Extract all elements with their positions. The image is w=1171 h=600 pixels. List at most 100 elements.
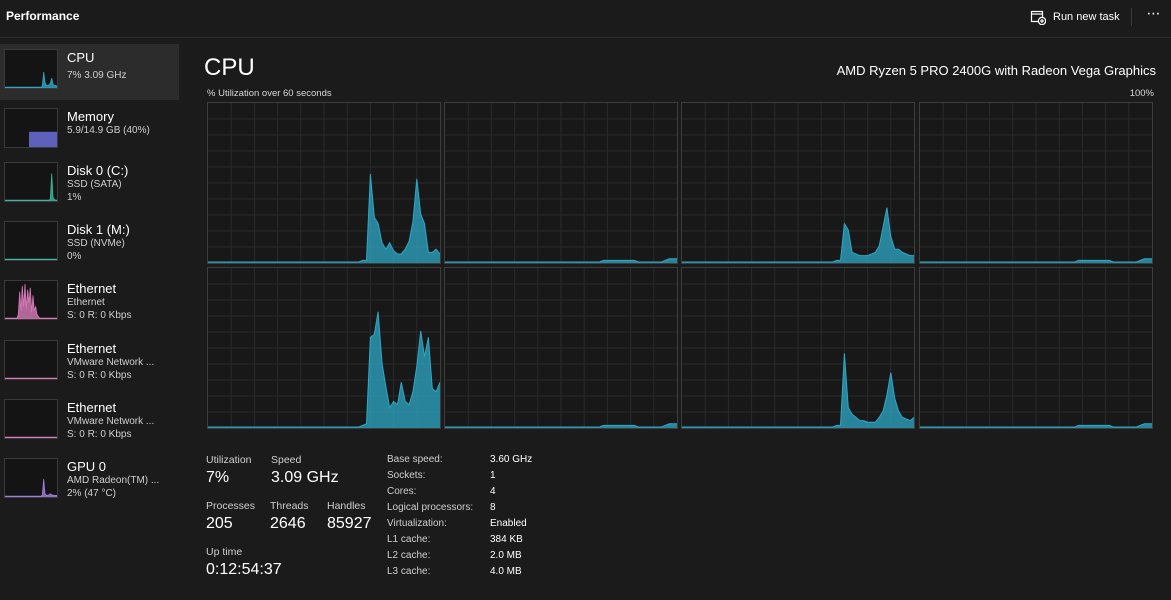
sidebar-item-ethernet[interactable]: Ethernet Ethernet S: 0 R: 0 Kbps <box>0 275 179 331</box>
thumbnail-area <box>5 258 57 260</box>
title-bar: Performance Run new task ⋯ <box>0 0 1171 38</box>
spec-value-l1-cache: 384 KB <box>490 534 523 545</box>
processes-stat: Processes 205 <box>206 500 255 533</box>
memory-thumbnail-graph <box>4 108 58 148</box>
sidebar-item-detail: VMware Network ... <box>67 357 155 368</box>
sidebar-item-detail: 5.9/14.9 GB (40%) <box>67 125 150 136</box>
sidebar-item-detail: SSD (SATA) <box>67 179 122 190</box>
speed-label: Speed <box>271 454 302 466</box>
spec-value-sockets: 1 <box>490 470 496 481</box>
spec-value-l3-cache: 4.0 MB <box>490 566 522 577</box>
sidebar-item-label: Disk 1 (M:) <box>67 222 130 237</box>
logical-processor-graph-3 <box>919 102 1153 264</box>
ethernet-thumbnail-graph <box>4 399 58 439</box>
sidebar-item-gpu-0[interactable]: GPU 0 AMD Radeon(TM) ... 2% (47 °C) <box>0 453 179 509</box>
sidebar-item-detail: AMD Radeon(TM) ... <box>67 475 160 486</box>
sidebar-item-label: Ethernet <box>67 341 117 356</box>
cpu-heading: CPU <box>204 54 255 81</box>
handles-value: 85927 <box>327 515 372 532</box>
page-title: Performance <box>6 9 80 23</box>
thumbnail-area <box>5 71 57 88</box>
ethernet-thumbnail-graph <box>4 280 58 320</box>
memory-usage-area <box>29 131 57 147</box>
processes-label: Processes <box>206 500 256 512</box>
spec-value-base-speed: 3.60 GHz <box>490 454 533 465</box>
threads-stat: Threads 2646 <box>270 500 309 533</box>
run-task-icon <box>1030 10 1046 25</box>
threads-value: 2646 <box>270 515 306 532</box>
more-options-button[interactable]: ⋯ <box>1144 6 1164 26</box>
sidebar-item-label: Memory <box>67 109 114 124</box>
spec-value-l2-cache: 2.0 MB <box>490 550 522 561</box>
sidebar-item-usage: S: 0 R: 0 Kbps <box>67 310 132 321</box>
logical-processor-graph-0 <box>207 102 441 264</box>
sidebar-item-usage: S: 0 R: 0 Kbps <box>67 370 132 381</box>
utilization-value: 7% <box>206 469 230 486</box>
utilization-stat: Utilization 7% <box>206 454 252 487</box>
handles-label: Handles <box>327 500 366 512</box>
cpu-detail-panel: CPU AMD Ryzen 5 PRO 2400G with Radeon Ve… <box>180 44 1171 600</box>
disk-1-thumbnail-graph <box>4 221 58 261</box>
thumbnail-area <box>5 479 57 497</box>
cpu-model-name: AMD Ryzen 5 PRO 2400G with Radeon Vega G… <box>836 63 1156 78</box>
gpu-thumbnail-graph <box>4 458 58 498</box>
handles-stat: Handles 85927 <box>327 500 372 533</box>
thumbnail-area <box>5 377 57 379</box>
sidebar-item-ethernet-vmware-2[interactable]: Ethernet VMware Network ... S: 0 R: 0 Kb… <box>0 394 179 450</box>
sidebar-item-label: Disk 0 (C:) <box>67 163 129 178</box>
sidebar-item-ethernet-vmware-1[interactable]: Ethernet VMware Network ... S: 0 R: 0 Kb… <box>0 335 179 391</box>
spec-value-virtualization: Enabled <box>490 518 527 529</box>
sidebar-item-usage: 1% <box>67 192 82 203</box>
spec-label-logical-processors: Logical processors: <box>387 502 474 513</box>
sidebar-item-disk-1[interactable]: Disk 1 (M:) SSD (NVMe) 0% <box>0 216 179 272</box>
ethernet-thumbnail-graph <box>4 340 58 380</box>
sidebar-item-label: Ethernet <box>67 281 117 296</box>
uptime-stat: Up time 0:12:54:37 <box>206 546 282 579</box>
run-new-task-label: Run new task <box>1053 11 1120 23</box>
logical-processor-graph-6 <box>681 267 915 429</box>
utilization-label: Utilization <box>206 454 252 466</box>
sidebar-item-usage: S: 0 R: 0 Kbps <box>67 429 132 440</box>
thumbnail-area <box>5 283 57 319</box>
threads-label: Threads <box>270 500 309 512</box>
spec-value-cores: 4 <box>490 486 496 497</box>
uptime-value: 0:12:54:37 <box>206 561 282 578</box>
speed-stat: Speed 3.09 GHz <box>271 454 339 487</box>
thumbnail-area <box>5 173 57 201</box>
sidebar-item-usage: 0% <box>67 251 82 262</box>
logical-processor-graph-7 <box>919 267 1153 429</box>
sidebar: CPU 7% 3.09 GHz Memory 5.9/14.9 GB (40%)… <box>0 44 180 600</box>
uptime-label: Up time <box>206 546 243 558</box>
sidebar-item-detail: SSD (NVMe) <box>67 238 125 249</box>
spec-label-sockets: Sockets: <box>387 470 426 481</box>
logical-processor-graph-4 <box>207 267 441 429</box>
spec-label-l1-cache: L1 cache: <box>387 534 431 545</box>
graph-max-label: 100% <box>1129 88 1154 99</box>
sidebar-item-label: GPU 0 <box>67 459 107 474</box>
sidebar-item-label: CPU <box>67 50 95 65</box>
spec-label-virtualization: Virtualization: <box>387 518 447 529</box>
graph-caption: % Utilization over 60 seconds <box>207 88 332 99</box>
spec-label-cores: Cores: <box>387 486 417 497</box>
sidebar-item-label: Ethernet <box>67 400 117 415</box>
spec-label-l2-cache: L2 cache: <box>387 550 431 561</box>
sidebar-item-detail: 7% 3.09 GHz <box>67 70 127 81</box>
logical-processor-graph-1 <box>444 102 678 264</box>
cpu-thumbnail-graph <box>4 49 58 89</box>
sidebar-item-detail: VMware Network ... <box>67 416 155 427</box>
run-new-task-button[interactable]: Run new task <box>1030 6 1120 28</box>
sidebar-item-detail: Ethernet <box>67 297 105 308</box>
sidebar-item-memory[interactable]: Memory 5.9/14.9 GB (40%) <box>0 103 179 159</box>
thumbnail-area <box>5 436 57 438</box>
logical-processor-graph-5 <box>444 267 678 429</box>
sidebar-item-usage: 2% (47 °C) <box>67 488 117 499</box>
sidebar-item-cpu[interactable]: CPU 7% 3.09 GHz <box>0 44 179 100</box>
logical-processor-graph-2 <box>681 102 915 264</box>
spec-label-base-speed: Base speed: <box>387 454 443 465</box>
toolbar-divider <box>1131 8 1132 26</box>
processes-value: 205 <box>206 515 233 532</box>
spec-label-l3-cache: L3 cache: <box>387 566 431 577</box>
speed-value: 3.09 GHz <box>271 469 339 486</box>
sidebar-item-disk-0[interactable]: Disk 0 (C:) SSD (SATA) 1% <box>0 157 179 213</box>
disk-0-thumbnail-graph <box>4 162 58 202</box>
